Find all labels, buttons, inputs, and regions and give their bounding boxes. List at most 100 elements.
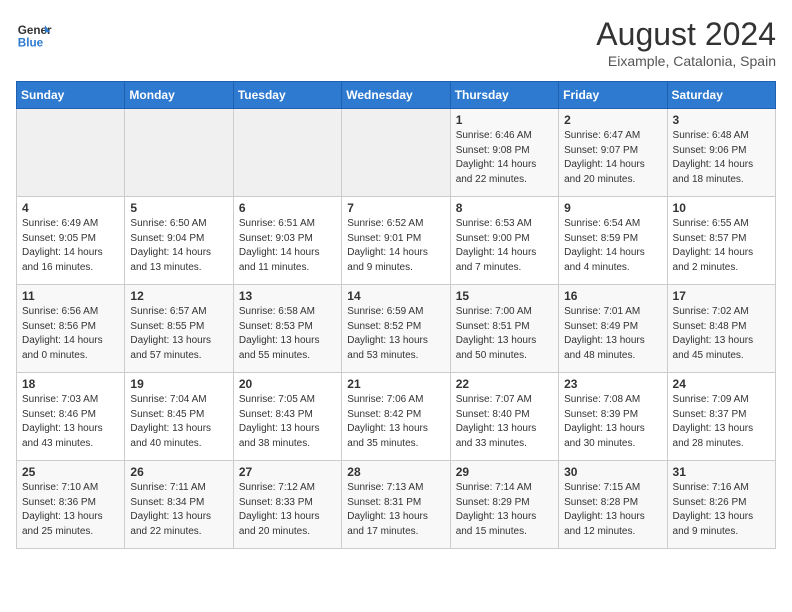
location-subtitle: Eixample, Catalonia, Spain bbox=[596, 53, 776, 69]
calendar-cell: 31 Sunrise: 7:16 AM Sunset: 8:26 PM Dayli… bbox=[667, 461, 775, 549]
day-number: 31 bbox=[673, 465, 770, 479]
day-number: 8 bbox=[456, 201, 553, 215]
calendar-cell: 20 Sunrise: 7:05 AM Sunset: 8:43 PM Dayli… bbox=[233, 373, 341, 461]
calendar-cell bbox=[233, 109, 341, 197]
calendar-cell: 30Sunrise: 7:15 AM Sunset: 8:28 PM Dayli… bbox=[559, 461, 667, 549]
calendar-cell: 7 Sunrise: 6:52 AM Sunset: 9:01 PM Daylig… bbox=[342, 197, 450, 285]
day-number: 26 bbox=[130, 465, 227, 479]
day-number: 24 bbox=[673, 377, 770, 391]
day-number: 30 bbox=[564, 465, 661, 479]
day-number: 7 bbox=[347, 201, 444, 215]
day-info: Sunrise: 7:06 AM Sunset: 8:42 PM Dayligh… bbox=[347, 393, 444, 451]
day-info: Sunrise: 7:05 AM Sunset: 8:43 PM Dayligh… bbox=[239, 393, 336, 451]
calendar-cell: 5 Sunrise: 6:50 AM Sunset: 9:04 PM Daylig… bbox=[125, 197, 233, 285]
day-info: Sunrise: 7:04 AM Sunset: 8:45 PM Dayligh… bbox=[130, 393, 227, 451]
calendar-cell: 17 Sunrise: 7:02 AM Sunset: 8:48 PM Dayli… bbox=[667, 285, 775, 373]
day-number: 23 bbox=[564, 377, 661, 391]
day-info: Sunrise: 6:54 AM Sunset: 8:59 PM Dayligh… bbox=[564, 217, 661, 275]
weekday-header-thursday: Thursday bbox=[450, 82, 558, 109]
day-info: Sunrise: 7:03 AM Sunset: 8:46 PM Dayligh… bbox=[22, 393, 119, 451]
day-number: 20 bbox=[239, 377, 336, 391]
calendar-cell: 29 Sunrise: 7:14 AM Sunset: 8:29 PM Dayli… bbox=[450, 461, 558, 549]
day-info: Sunrise: 6:46 AM Sunset: 9:08 PM Dayligh… bbox=[456, 129, 553, 187]
day-number: 5 bbox=[130, 201, 227, 215]
day-info: Sunrise: 6:47 AM Sunset: 9:07 PM Dayligh… bbox=[564, 129, 661, 187]
day-number: 22 bbox=[456, 377, 553, 391]
calendar-cell: 15 Sunrise: 7:00 AM Sunset: 8:51 PM Dayli… bbox=[450, 285, 558, 373]
day-number: 1 bbox=[456, 113, 553, 127]
day-number: 11 bbox=[22, 289, 119, 303]
day-info: Sunrise: 7:08 AM Sunset: 8:39 PM Dayligh… bbox=[564, 393, 661, 451]
title-block: August 2024 Eixample, Catalonia, Spain bbox=[596, 16, 776, 69]
calendar-cell: 2 Sunrise: 6:47 AM Sunset: 9:07 PM Daylig… bbox=[559, 109, 667, 197]
page-header: General Blue August 2024 Eixample, Catal… bbox=[16, 16, 776, 69]
month-title: August 2024 bbox=[596, 16, 776, 53]
day-info: Sunrise: 7:16 AM Sunset: 8:26 PM Dayligh… bbox=[673, 481, 770, 539]
calendar-week-1: 1 Sunrise: 6:46 AM Sunset: 9:08 PM Daylig… bbox=[17, 109, 776, 197]
calendar-cell: 13 Sunrise: 6:58 AM Sunset: 8:53 PM Dayli… bbox=[233, 285, 341, 373]
calendar-cell: 23 Sunrise: 7:08 AM Sunset: 8:39 PM Dayli… bbox=[559, 373, 667, 461]
calendar-cell: 18 Sunrise: 7:03 AM Sunset: 8:46 PM Dayli… bbox=[17, 373, 125, 461]
day-info: Sunrise: 6:48 AM Sunset: 9:06 PM Dayligh… bbox=[673, 129, 770, 187]
weekday-header-saturday: Saturday bbox=[667, 82, 775, 109]
calendar-cell: 25 Sunrise: 7:10 AM Sunset: 8:36 PM Dayli… bbox=[17, 461, 125, 549]
day-info: Sunrise: 7:13 AM Sunset: 8:31 PM Dayligh… bbox=[347, 481, 444, 539]
day-info: Sunrise: 6:55 AM Sunset: 8:57 PM Dayligh… bbox=[673, 217, 770, 275]
weekday-header-wednesday: Wednesday bbox=[342, 82, 450, 109]
calendar-cell: 11Sunrise: 6:56 AM Sunset: 8:56 PM Dayli… bbox=[17, 285, 125, 373]
day-info: Sunrise: 6:50 AM Sunset: 9:04 PM Dayligh… bbox=[130, 217, 227, 275]
day-info: Sunrise: 7:11 AM Sunset: 8:34 PM Dayligh… bbox=[130, 481, 227, 539]
day-number: 16 bbox=[564, 289, 661, 303]
weekday-header-tuesday: Tuesday bbox=[233, 82, 341, 109]
day-info: Sunrise: 6:53 AM Sunset: 9:00 PM Dayligh… bbox=[456, 217, 553, 275]
day-info: Sunrise: 6:51 AM Sunset: 9:03 PM Dayligh… bbox=[239, 217, 336, 275]
day-number: 12 bbox=[130, 289, 227, 303]
day-number: 29 bbox=[456, 465, 553, 479]
day-number: 21 bbox=[347, 377, 444, 391]
calendar-cell: 27 Sunrise: 7:12 AM Sunset: 8:33 PM Dayli… bbox=[233, 461, 341, 549]
calendar-week-2: 4 Sunrise: 6:49 AM Sunset: 9:05 PM Daylig… bbox=[17, 197, 776, 285]
day-info: Sunrise: 6:52 AM Sunset: 9:01 PM Dayligh… bbox=[347, 217, 444, 275]
svg-text:Blue: Blue bbox=[18, 37, 44, 50]
day-number: 3 bbox=[673, 113, 770, 127]
day-number: 17 bbox=[673, 289, 770, 303]
weekday-header-row: SundayMondayTuesdayWednesdayThursdayFrid… bbox=[17, 82, 776, 109]
calendar-week-5: 25 Sunrise: 7:10 AM Sunset: 8:36 PM Dayli… bbox=[17, 461, 776, 549]
calendar-week-3: 11Sunrise: 6:56 AM Sunset: 8:56 PM Dayli… bbox=[17, 285, 776, 373]
day-number: 15 bbox=[456, 289, 553, 303]
day-info: Sunrise: 6:49 AM Sunset: 9:05 PM Dayligh… bbox=[22, 217, 119, 275]
weekday-header-friday: Friday bbox=[559, 82, 667, 109]
day-info: Sunrise: 7:00 AM Sunset: 8:51 PM Dayligh… bbox=[456, 305, 553, 363]
calendar-cell: 1 Sunrise: 6:46 AM Sunset: 9:08 PM Daylig… bbox=[450, 109, 558, 197]
calendar-cell: 21 Sunrise: 7:06 AM Sunset: 8:42 PM Dayli… bbox=[342, 373, 450, 461]
day-info: Sunrise: 6:59 AM Sunset: 8:52 PM Dayligh… bbox=[347, 305, 444, 363]
day-info: Sunrise: 7:02 AM Sunset: 8:48 PM Dayligh… bbox=[673, 305, 770, 363]
day-number: 13 bbox=[239, 289, 336, 303]
day-info: Sunrise: 7:10 AM Sunset: 8:36 PM Dayligh… bbox=[22, 481, 119, 539]
day-info: Sunrise: 7:14 AM Sunset: 8:29 PM Dayligh… bbox=[456, 481, 553, 539]
logo: General Blue bbox=[16, 16, 52, 52]
day-number: 19 bbox=[130, 377, 227, 391]
calendar-cell: 19 Sunrise: 7:04 AM Sunset: 8:45 PM Dayli… bbox=[125, 373, 233, 461]
weekday-header-monday: Monday bbox=[125, 82, 233, 109]
day-number: 6 bbox=[239, 201, 336, 215]
day-info: Sunrise: 7:09 AM Sunset: 8:37 PM Dayligh… bbox=[673, 393, 770, 451]
calendar-table: SundayMondayTuesdayWednesdayThursdayFrid… bbox=[16, 81, 776, 549]
day-info: Sunrise: 6:58 AM Sunset: 8:53 PM Dayligh… bbox=[239, 305, 336, 363]
calendar-cell: 24 Sunrise: 7:09 AM Sunset: 8:37 PM Dayli… bbox=[667, 373, 775, 461]
calendar-cell: 8 Sunrise: 6:53 AM Sunset: 9:00 PM Daylig… bbox=[450, 197, 558, 285]
day-number: 27 bbox=[239, 465, 336, 479]
calendar-cell bbox=[125, 109, 233, 197]
calendar-cell: 6 Sunrise: 6:51 AM Sunset: 9:03 PM Daylig… bbox=[233, 197, 341, 285]
day-number: 2 bbox=[564, 113, 661, 127]
day-number: 4 bbox=[22, 201, 119, 215]
day-number: 28 bbox=[347, 465, 444, 479]
calendar-cell: 28 Sunrise: 7:13 AM Sunset: 8:31 PM Dayli… bbox=[342, 461, 450, 549]
day-number: 18 bbox=[22, 377, 119, 391]
day-number: 25 bbox=[22, 465, 119, 479]
day-info: Sunrise: 7:07 AM Sunset: 8:40 PM Dayligh… bbox=[456, 393, 553, 451]
calendar-cell: 22 Sunrise: 7:07 AM Sunset: 8:40 PM Dayli… bbox=[450, 373, 558, 461]
day-info: Sunrise: 7:12 AM Sunset: 8:33 PM Dayligh… bbox=[239, 481, 336, 539]
day-number: 14 bbox=[347, 289, 444, 303]
day-number: 10 bbox=[673, 201, 770, 215]
